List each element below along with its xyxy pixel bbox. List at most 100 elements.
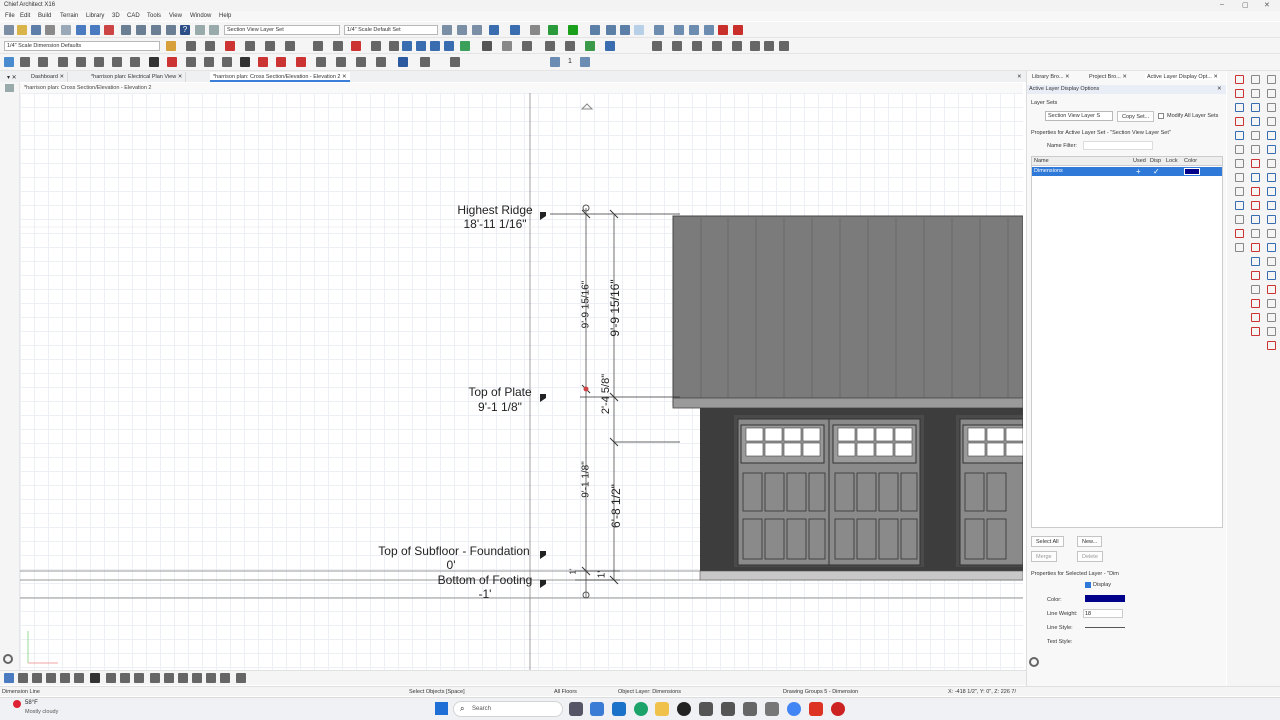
rectangle-icon[interactable] — [389, 41, 399, 51]
elev-tool-icon[interactable] — [1267, 257, 1276, 266]
callout-icon[interactable] — [186, 57, 196, 67]
layer-set-dropdown[interactable]: Section View Layer S — [1045, 111, 1113, 121]
menu-tools[interactable]: Tools — [147, 13, 161, 19]
color-swatch[interactable] — [1085, 595, 1125, 602]
panel-settings-gear-icon[interactable] — [1029, 657, 1039, 667]
move-icon[interactable] — [106, 673, 116, 683]
leader-tool-icon[interactable] — [1235, 187, 1244, 196]
marker-top-of-plate-name[interactable]: Top of Plate — [450, 385, 550, 399]
maximize-icon[interactable]: ▢ — [1242, 1, 1249, 9]
drawing-canvas[interactable]: Highest Ridge 18'-11 1/16" Top of Plate … — [20, 93, 1023, 670]
align-icon[interactable] — [90, 673, 100, 683]
stretch-tool-icon[interactable] — [1235, 145, 1244, 154]
print-icon[interactable] — [45, 25, 55, 35]
preferences-icon[interactable] — [61, 25, 71, 35]
rich-text-icon[interactable] — [1267, 215, 1276, 224]
taskbar-search-box[interactable]: ⌕ Search — [453, 701, 563, 717]
glass-house-icon[interactable] — [620, 25, 630, 35]
panel-tab-library-browser[interactable]: Library Bro... ✕ — [1032, 74, 1070, 80]
roof-icon[interactable] — [502, 41, 512, 51]
join-icon[interactable] — [60, 673, 70, 683]
task-view-icon[interactable] — [569, 702, 583, 716]
arc-tool-icon[interactable] — [1251, 75, 1260, 84]
point-tool-icon[interactable] — [1251, 117, 1260, 126]
floor-up-icon[interactable] — [580, 57, 590, 67]
edit-icon[interactable] — [4, 673, 14, 683]
dimension-label-lower-right[interactable]: 6'-8 1/2" — [609, 466, 623, 546]
resize-icon[interactable] — [150, 673, 160, 683]
layout-app-icon[interactable] — [765, 702, 779, 716]
sheet-icon[interactable] — [750, 41, 760, 51]
marker-icon[interactable] — [204, 57, 214, 67]
dimension-label-upper-right[interactable]: 9'-9 15/16" — [608, 258, 622, 358]
floor-down-icon[interactable] — [550, 57, 560, 67]
stretch-icon[interactable] — [178, 673, 188, 683]
edge-icon[interactable] — [634, 702, 648, 716]
default-set-select[interactable]: 1/4" Scale Default Set — [344, 25, 438, 35]
dimension-label-footing-left[interactable]: 1' — [569, 562, 578, 582]
menu-build[interactable]: Build — [38, 13, 51, 19]
undo-icon[interactable] — [76, 25, 86, 35]
detail-tool-icon[interactable] — [1251, 285, 1260, 294]
row-color-swatch[interactable] — [1184, 168, 1200, 175]
text-tool-icon[interactable] — [167, 57, 177, 67]
dim-tool-icon[interactable] — [1235, 173, 1244, 182]
menu-cad[interactable]: CAD — [127, 13, 140, 19]
weather-alert-icon[interactable] — [13, 700, 21, 708]
section-tool-icon[interactable] — [1251, 271, 1260, 280]
cross-icon[interactable] — [245, 41, 255, 51]
open-icon[interactable] — [17, 25, 27, 35]
extend-icon[interactable] — [46, 673, 56, 683]
delete-icon[interactable] — [104, 25, 114, 35]
select-objects-icon[interactable] — [4, 57, 14, 67]
merge-button[interactable]: Merge — [1031, 551, 1057, 562]
electrical-icon[interactable] — [585, 41, 595, 51]
new-plan-icon[interactable] — [4, 25, 14, 35]
layer-tool-icon[interactable] — [1251, 313, 1260, 322]
dimension-defaults-select[interactable]: 1/4" Scale Dimension Defaults — [4, 41, 160, 51]
label-tool-icon[interactable] — [1267, 299, 1276, 308]
cabinet-icon[interactable] — [545, 41, 555, 51]
ellipse-tool-icon[interactable] — [1267, 89, 1276, 98]
door-tool-icon[interactable] — [94, 57, 104, 67]
angle-dim-icon[interactable] — [1251, 173, 1260, 182]
camera-icon[interactable] — [457, 25, 467, 35]
extend-tool-icon[interactable] — [1267, 159, 1276, 168]
open-object-icon[interactable] — [206, 673, 216, 683]
electrical-tool-icon[interactable] — [316, 57, 326, 67]
revision-cloud-icon[interactable] — [1251, 187, 1260, 196]
view-close-icon[interactable]: ✕ — [1014, 72, 1025, 82]
update-icon[interactable] — [548, 25, 558, 35]
menu-terrain[interactable]: Terrain — [60, 13, 78, 19]
close-polyline-icon[interactable] — [225, 41, 235, 51]
framing-tool-icon[interactable] — [276, 57, 286, 67]
door-icon[interactable] — [444, 41, 454, 51]
callout-tool-icon[interactable] — [1267, 285, 1276, 294]
col-name[interactable]: Name — [1034, 158, 1049, 164]
mouse-icon[interactable] — [654, 25, 664, 35]
polyline-icon[interactable] — [371, 41, 381, 51]
compass-tool-icon[interactable] — [1267, 229, 1276, 238]
arc-icon[interactable] — [285, 41, 295, 51]
tabs-menu-icon[interactable]: ▾ ✕ — [4, 72, 20, 82]
pencil-icon[interactable] — [166, 41, 176, 51]
elevation-icon[interactable] — [472, 25, 482, 35]
trim-tool-icon[interactable] — [1251, 159, 1260, 168]
pan-icon[interactable] — [689, 25, 699, 35]
offset-icon[interactable] — [74, 673, 84, 683]
symbol-icon[interactable] — [376, 57, 386, 67]
curve-tool-icon[interactable] — [1235, 89, 1244, 98]
circle-icon[interactable] — [313, 41, 323, 51]
fill-tool-icon[interactable] — [1267, 103, 1276, 112]
layout-icon[interactable] — [712, 41, 722, 51]
roof-tool-icon[interactable] — [240, 57, 250, 67]
marker-top-of-subfloor-name[interactable]: Top of Subfloor - Foundation — [366, 544, 542, 558]
menu-library[interactable]: Library — [86, 13, 104, 19]
menu-view[interactable]: View — [169, 13, 182, 19]
ellipse-icon[interactable] — [333, 41, 343, 51]
close-icon[interactable]: ✕ — [1264, 1, 1270, 9]
menu-window[interactable]: Window — [190, 13, 211, 19]
layer-props-icon[interactable] — [209, 25, 219, 35]
spline-tool-icon[interactable] — [1267, 75, 1276, 84]
cross-section-icon[interactable] — [510, 25, 520, 35]
